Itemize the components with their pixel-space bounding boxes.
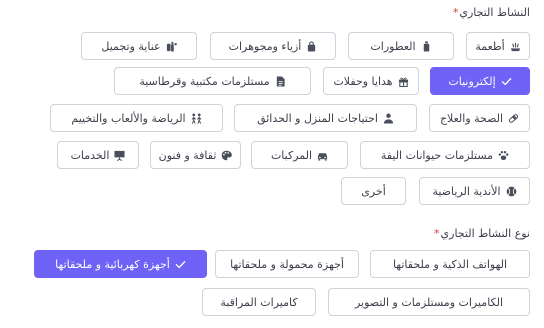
activity-type-option-label: الهواتف الذكية و ملحقاتها xyxy=(392,257,508,271)
pill-icon xyxy=(508,113,519,124)
activity-option-label: مستلزمات مكتبية وقرطاسية xyxy=(139,74,270,88)
activity-option-3[interactable]: أزياء ومجوهرات xyxy=(210,32,336,60)
activity-option-14[interactable]: الخدمات xyxy=(57,141,139,169)
activity-option-9[interactable]: احتياجات المنزل و الحدائق xyxy=(234,104,417,132)
palette-icon xyxy=(221,150,233,161)
activity-type-option-4[interactable]: الكاميرات ومستلزمات و التصوير xyxy=(328,288,530,316)
activity-option-8[interactable]: الصحة والعلاج xyxy=(429,104,530,132)
activity-option-15[interactable]: الأندية الرياضية xyxy=(419,177,530,205)
activity-option-label: الخدمات xyxy=(70,148,110,162)
required-mark: * xyxy=(452,6,459,19)
activity-option-label: أطعمة xyxy=(475,39,505,53)
activity-type-option-label: أجهزة محمولة و ملحقاتها xyxy=(230,257,344,271)
ball-icon xyxy=(506,186,517,197)
activity-option-16[interactable]: أخرى xyxy=(341,177,406,205)
activity-option-13[interactable]: ثقافة و فنون xyxy=(150,141,241,169)
activity-option-label: إلكترونيات xyxy=(448,74,496,88)
activity-option-2[interactable]: العطورات xyxy=(348,32,454,60)
business-activity-type-title-text: نوع النشاط التجاري xyxy=(440,227,530,240)
bag-icon xyxy=(306,40,317,52)
activity-type-option-3[interactable]: أجهزة كهربائية و ملحقاتها xyxy=(34,250,207,278)
activity-option-label: المركبات xyxy=(270,148,313,162)
presentation-icon xyxy=(114,150,125,161)
activity-type-option-5[interactable]: كاميرات المراقبة xyxy=(202,288,316,316)
required-mark: * xyxy=(434,227,440,240)
car-icon xyxy=(317,150,328,161)
activity-option-label: عناية وتجميل xyxy=(101,39,161,53)
activity-option-11[interactable]: مستلزمات حيوانات اليفة xyxy=(360,141,530,169)
business-activity-type-title: نوع النشاط التجاري* xyxy=(434,227,530,240)
check-icon xyxy=(175,259,186,270)
activity-option-label: ثقافة و فنون xyxy=(158,148,217,162)
activity-type-option-label: الكاميرات ومستلزمات و التصوير xyxy=(354,295,504,309)
activity-option-12[interactable]: المركبات xyxy=(251,141,348,169)
activity-option-10[interactable]: الرياضة والألعاب والتخييم xyxy=(50,104,223,132)
activity-option-label: الأندية الرياضية xyxy=(432,184,501,198)
activity-type-option-label: أجهزة كهربائية و ملحقاتها xyxy=(55,257,170,271)
check-icon xyxy=(501,76,512,87)
activity-option-label: أخرى xyxy=(361,184,386,198)
business-activity-title: النشاط التجاري* xyxy=(453,6,530,19)
document-icon xyxy=(275,75,286,87)
activity-option-4[interactable]: عناية وتجميل xyxy=(81,32,197,60)
home-garden-icon xyxy=(383,113,394,124)
activity-option-label: العطورات xyxy=(370,39,416,53)
activity-option-5[interactable]: إلكترونيات xyxy=(430,67,530,95)
activity-type-option-label: كاميرات المراقبة xyxy=(220,295,298,309)
activity-option-label: احتياجات المنزل و الحدائق xyxy=(257,111,378,125)
activity-option-7[interactable]: مستلزمات مكتبية وقرطاسية xyxy=(114,67,311,95)
activity-option-label: مستلزمات حيوانات اليفة xyxy=(380,148,494,162)
perfume-icon xyxy=(421,40,432,52)
activity-option-label: الصحة والعلاج xyxy=(439,111,504,125)
beauty-icon xyxy=(166,41,177,52)
activity-option-label: هدايا وحفلات xyxy=(333,74,393,88)
activity-option-6[interactable]: هدايا وحفلات xyxy=(323,67,419,95)
business-activity-title-text: النشاط التجاري xyxy=(459,6,530,19)
activity-option-1[interactable]: أطعمة xyxy=(466,32,530,60)
activity-option-label: أزياء ومجوهرات xyxy=(228,39,302,53)
activity-type-option-2[interactable]: أجهزة محمولة و ملحقاتها xyxy=(215,250,359,278)
paw-icon xyxy=(498,150,509,161)
sports-icon xyxy=(191,112,202,124)
activity-option-label: الرياضة والألعاب والتخييم xyxy=(71,111,186,125)
food-icon xyxy=(510,41,521,52)
gift-icon xyxy=(398,76,409,87)
activity-type-option-1[interactable]: الهواتف الذكية و ملحقاتها xyxy=(370,250,530,278)
